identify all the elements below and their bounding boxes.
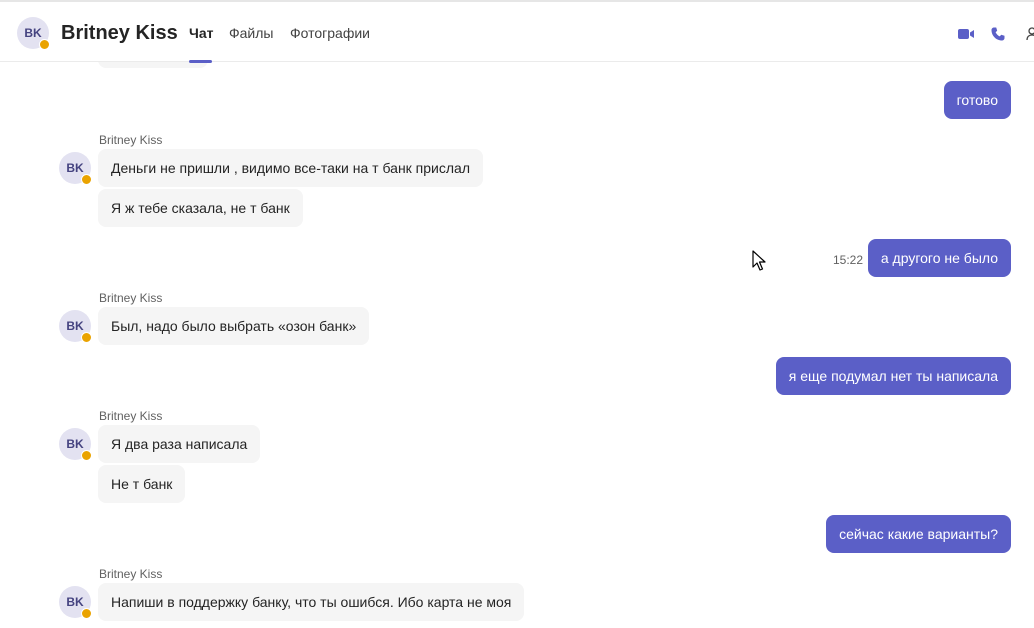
audio-call-icon[interactable]	[988, 24, 1008, 44]
status-away-icon	[81, 332, 92, 343]
message-bubble-outgoing[interactable]: сейчас какие варианты?	[826, 515, 1011, 553]
people-icon[interactable]	[1024, 24, 1034, 44]
tab-files[interactable]: Файлы	[229, 25, 273, 41]
message-text: готово	[956, 92, 998, 108]
message-bubble-incoming[interactable]: Я два раза написала	[98, 425, 261, 463]
avatar[interactable]: BK	[59, 586, 92, 619]
message-text: Был, надо было выбрать «озон банк»	[111, 318, 357, 334]
avatar-initials: BK	[66, 437, 84, 451]
avatar-initials: BK	[66, 319, 84, 333]
video-call-icon[interactable]	[956, 24, 976, 44]
status-away-icon	[81, 608, 92, 619]
message-text: сейчас какие варианты?	[839, 526, 998, 542]
tab-photos[interactable]: Фотографии	[290, 25, 370, 41]
message-text: Напиши в поддержку банку, что ты ошибся.…	[111, 594, 512, 610]
status-away-icon	[81, 450, 92, 461]
sender-name: Britney Kiss	[99, 409, 163, 423]
message-text: а другого не было	[880, 250, 998, 266]
avatar[interactable]: BK	[59, 310, 92, 343]
avatar-initials: BK	[66, 161, 84, 175]
message-timestamp: 15:22	[832, 253, 863, 267]
message-text: Не т банк	[111, 476, 173, 492]
mouse-cursor-icon	[752, 250, 766, 271]
status-away-icon	[39, 39, 50, 50]
message-bubble-incoming[interactable]: Я ж тебе сказала, не т банк	[98, 189, 303, 227]
avatar-initials: BK	[66, 595, 84, 609]
sender-name: Britney Kiss	[99, 567, 163, 581]
message-text: Я два раза написала	[111, 436, 248, 452]
sender-name: Britney Kiss	[99, 133, 163, 147]
message-bubble-incoming[interactable]: Не т банк	[98, 465, 186, 503]
message-bubble-outgoing[interactable]: я еще подумал нет ты написала	[775, 357, 1011, 395]
status-away-icon	[81, 174, 92, 185]
sender-name: Britney Kiss	[99, 291, 163, 305]
message-bubble-incoming[interactable]: Напиши в поддержку банку, что ты ошибся.…	[98, 583, 525, 621]
chat-header: BK Britney Kiss Чат Файлы Фотографии	[0, 0, 1034, 63]
contact-name[interactable]: Britney Kiss	[61, 22, 178, 45]
avatar[interactable]: BK	[59, 152, 92, 185]
message-bubble-outgoing[interactable]: а другого не было	[867, 239, 1011, 277]
teams-chat-window: BK Britney Kiss Чат Файлы Фотографии гот…	[0, 0, 1034, 628]
avatar[interactable]: BK	[17, 17, 50, 50]
avatar-initials: BK	[24, 26, 42, 40]
message-bubble-incoming[interactable]: Деньги не пришли , видимо все-таки на т …	[98, 149, 483, 187]
tab-chat[interactable]: Чат	[189, 25, 213, 41]
message-text: Деньги не пришли , видимо все-таки на т …	[111, 160, 470, 176]
message-bubble-incoming[interactable]: Был, надо было выбрать «озон банк»	[98, 307, 370, 345]
message-text: Я ж тебе сказала, не т банк	[111, 200, 290, 216]
avatar[interactable]: BK	[59, 428, 92, 461]
message-text: я еще подумал нет ты написала	[788, 368, 998, 384]
message-bubble-outgoing[interactable]: готово	[943, 81, 1011, 119]
active-tab-indicator	[189, 60, 212, 63]
message-list[interactable]: готово Britney Kiss BK Деньги не пришли …	[0, 62, 1034, 628]
